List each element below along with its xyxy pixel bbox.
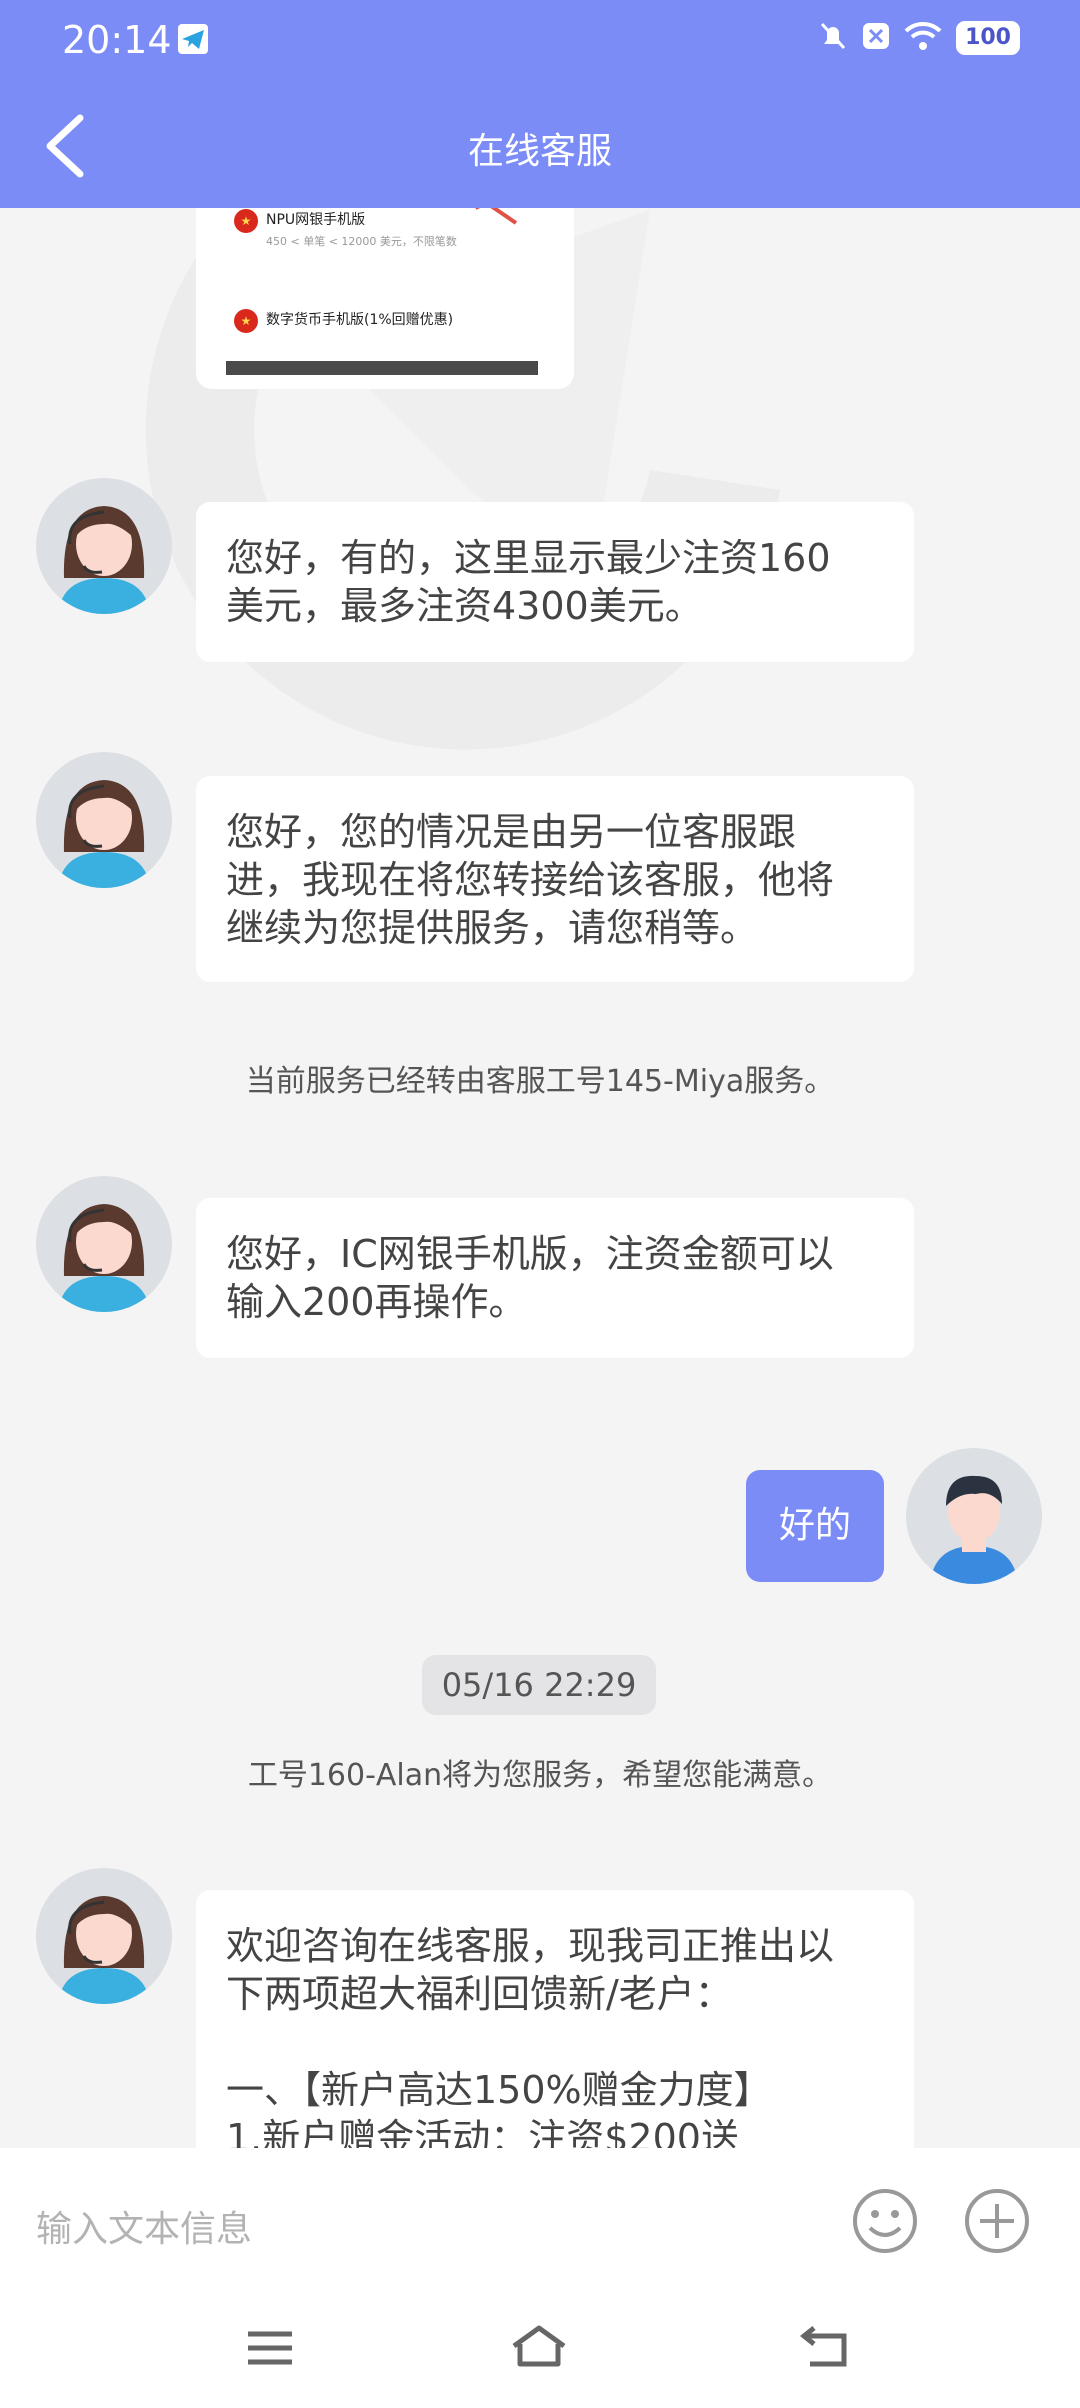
image-row-label: 数字货币手机版(1%回赠优惠) — [266, 312, 454, 328]
home-button[interactable] — [508, 2322, 570, 2378]
return-button[interactable] — [796, 2322, 852, 2378]
status-time: 20:14 — [62, 18, 172, 62]
message-line: 欢迎咨询在线客服，现我司正推出以 — [226, 1924, 835, 1968]
telegram-icon — [178, 24, 208, 54]
message-line: 您好，有的，这里显示最少注资160 — [226, 536, 831, 580]
message-line: 您好，您的情况是由另一位客服跟 — [226, 810, 797, 854]
image-row-crypto: ★ 数字货币手机版(1%回赠优惠) — [234, 309, 453, 333]
message-timestamp: 05/16 22:29 — [422, 1655, 656, 1715]
message-input[interactable]: 输入文本信息 — [36, 2200, 252, 2252]
battery-indicator: 100 — [956, 21, 1020, 55]
user-message: 好的 — [746, 1470, 884, 1582]
system-nav-bar — [0, 2294, 1080, 2408]
agent-message-4: 欢迎咨询在线客服，现我司正推出以 下两项超大福利回馈新/老户： 一、【新户高达1… — [196, 1890, 914, 2190]
china-flag-icon: ★ — [234, 209, 258, 233]
transfer-notice: 当前服务已经转由客服工号145-Miya服务。 — [245, 1064, 835, 1099]
message-line: 进，我现在将您转接给该客服，他将 — [226, 858, 835, 902]
page-title: 在线客服 — [467, 131, 612, 172]
agent-notice: 工号160-Alan将为您服务，希望您能满意。 — [247, 1758, 833, 1793]
plus-button[interactable] — [962, 2186, 1032, 2260]
emoji-button[interactable] — [850, 2186, 920, 2260]
message-line — [226, 2018, 884, 2066]
message-line: 一、【新户高达150%赠金力度】 — [226, 2068, 772, 2112]
wifi-icon — [904, 21, 942, 55]
agent-message-2: 您好，您的情况是由另一位客服跟 进，我现在将您转接给该客服，他将 继续为您提供服… — [196, 776, 914, 982]
agent-avatar[interactable] — [36, 478, 172, 614]
message-line: 继续为您提供服务，请您稍等。 — [226, 906, 759, 950]
china-flag-icon: ★ — [234, 309, 258, 333]
agent-message-1: 您好，有的，这里显示最少注资160 美元，最多注资4300美元。 — [196, 502, 914, 662]
status-indicators: 100 — [818, 20, 1020, 56]
image-row-label: NPU网银手机版 — [266, 212, 366, 228]
image-row-npu: ★ NPU网银手机版 450 < 单笔 < 12000 美元，不限笔数 — [234, 209, 457, 249]
return-icon — [799, 2326, 847, 2367]
agent-avatar-icon — [58, 780, 150, 888]
agent-avatar-icon — [58, 1204, 150, 1312]
message-line: 您好，IC网银手机版，注资金额可以 — [226, 1232, 834, 1276]
message-line: 下两项超大福利回馈新/老户： — [226, 1972, 733, 2016]
image-row-detail: 450 < 单笔 < 12000 美元，不限笔数 — [266, 235, 457, 248]
agent-avatar[interactable] — [36, 1176, 172, 1312]
emoji-icon — [853, 2189, 917, 2253]
home-icon — [512, 2325, 566, 2367]
agent-avatar-icon — [58, 506, 150, 614]
app-header: 20:14 100 在线客服 — [0, 0, 1080, 208]
user-avatar-icon — [930, 1475, 1018, 1584]
agent-avatar[interactable] — [36, 1868, 172, 2004]
bell-muted-icon — [818, 20, 848, 56]
message-line: 输入200再操作。 — [226, 1280, 527, 1324]
agent-message-3: 您好，IC网银手机版，注资金额可以 输入200再操作。 — [196, 1198, 914, 1358]
agent-avatar[interactable] — [36, 752, 172, 888]
plus-icon — [965, 2189, 1029, 2253]
menu-icon — [248, 2331, 292, 2365]
menu-button[interactable] — [244, 2322, 296, 2378]
user-avatar[interactable] — [906, 1448, 1042, 1584]
message-line: 美元，最多注资4300美元。 — [226, 584, 703, 628]
x-app-icon — [862, 22, 890, 54]
message-input-bar: 输入文本信息 — [0, 2148, 1080, 2294]
agent-avatar-icon — [58, 1896, 150, 2004]
